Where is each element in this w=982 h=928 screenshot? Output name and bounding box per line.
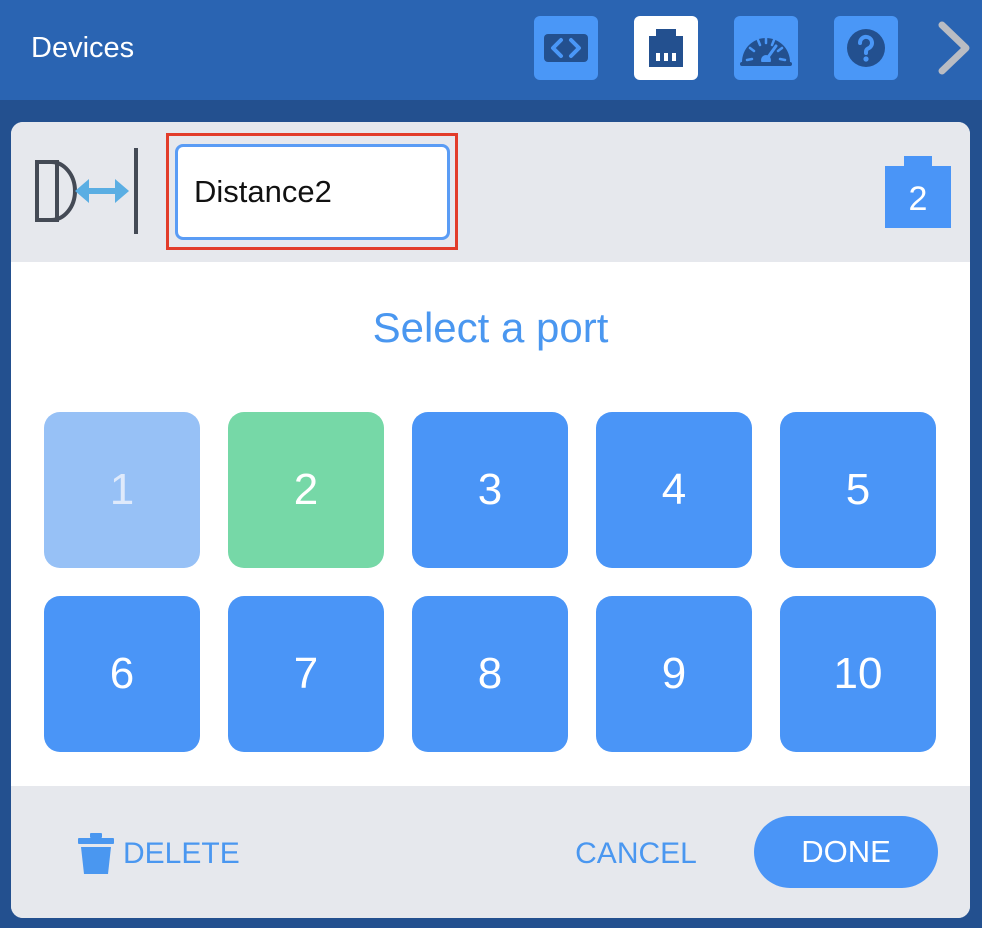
cancel-button[interactable]: CANCEL bbox=[571, 826, 701, 882]
distance-sensor-icon bbox=[35, 148, 138, 234]
port-button-7[interactable]: 7 bbox=[228, 596, 384, 752]
dashboard-gauge-icon bbox=[740, 36, 792, 66]
chevron-right-icon bbox=[938, 21, 970, 75]
port-button-3[interactable]: 3 bbox=[412, 412, 568, 568]
port-button-8[interactable]: 8 bbox=[412, 596, 568, 752]
port-button-1: 1 bbox=[44, 412, 200, 568]
device-name-input[interactable] bbox=[175, 144, 450, 240]
next-button[interactable] bbox=[928, 16, 978, 80]
port-select-dialog: 2 Select a port 1 2 3 4 5 6 7 8 9 10 DEL… bbox=[11, 122, 970, 918]
help-icon bbox=[847, 29, 885, 67]
port-badge-number: 2 bbox=[908, 179, 928, 218]
dashboard-button[interactable] bbox=[734, 16, 798, 80]
port-button-10[interactable]: 10 bbox=[780, 596, 936, 752]
dialog-header: 2 bbox=[11, 122, 970, 262]
port-button-9[interactable]: 9 bbox=[596, 596, 752, 752]
delete-button[interactable]: DELETE bbox=[77, 826, 240, 882]
ethernet-port-icon bbox=[649, 29, 683, 67]
devices-button[interactable] bbox=[634, 16, 698, 80]
port-button-6[interactable]: 6 bbox=[44, 596, 200, 752]
code-brackets-icon bbox=[544, 34, 588, 62]
port-button-4[interactable]: 4 bbox=[596, 412, 752, 568]
trash-icon bbox=[78, 833, 114, 874]
select-port-title: Select a port bbox=[372, 304, 609, 351]
help-button[interactable] bbox=[834, 16, 898, 80]
dialog-footer: DELETE CANCEL DONE bbox=[11, 786, 970, 918]
delete-label: DELETE bbox=[123, 837, 240, 870]
page-title: Devices bbox=[31, 32, 135, 64]
port-button-2[interactable]: 2 bbox=[228, 412, 384, 568]
port-button-5[interactable]: 5 bbox=[780, 412, 936, 568]
top-bar: Devices bbox=[0, 0, 982, 100]
done-button[interactable]: DONE bbox=[754, 816, 938, 888]
code-view-button[interactable] bbox=[534, 16, 598, 80]
port-badge: 2 bbox=[885, 156, 951, 228]
